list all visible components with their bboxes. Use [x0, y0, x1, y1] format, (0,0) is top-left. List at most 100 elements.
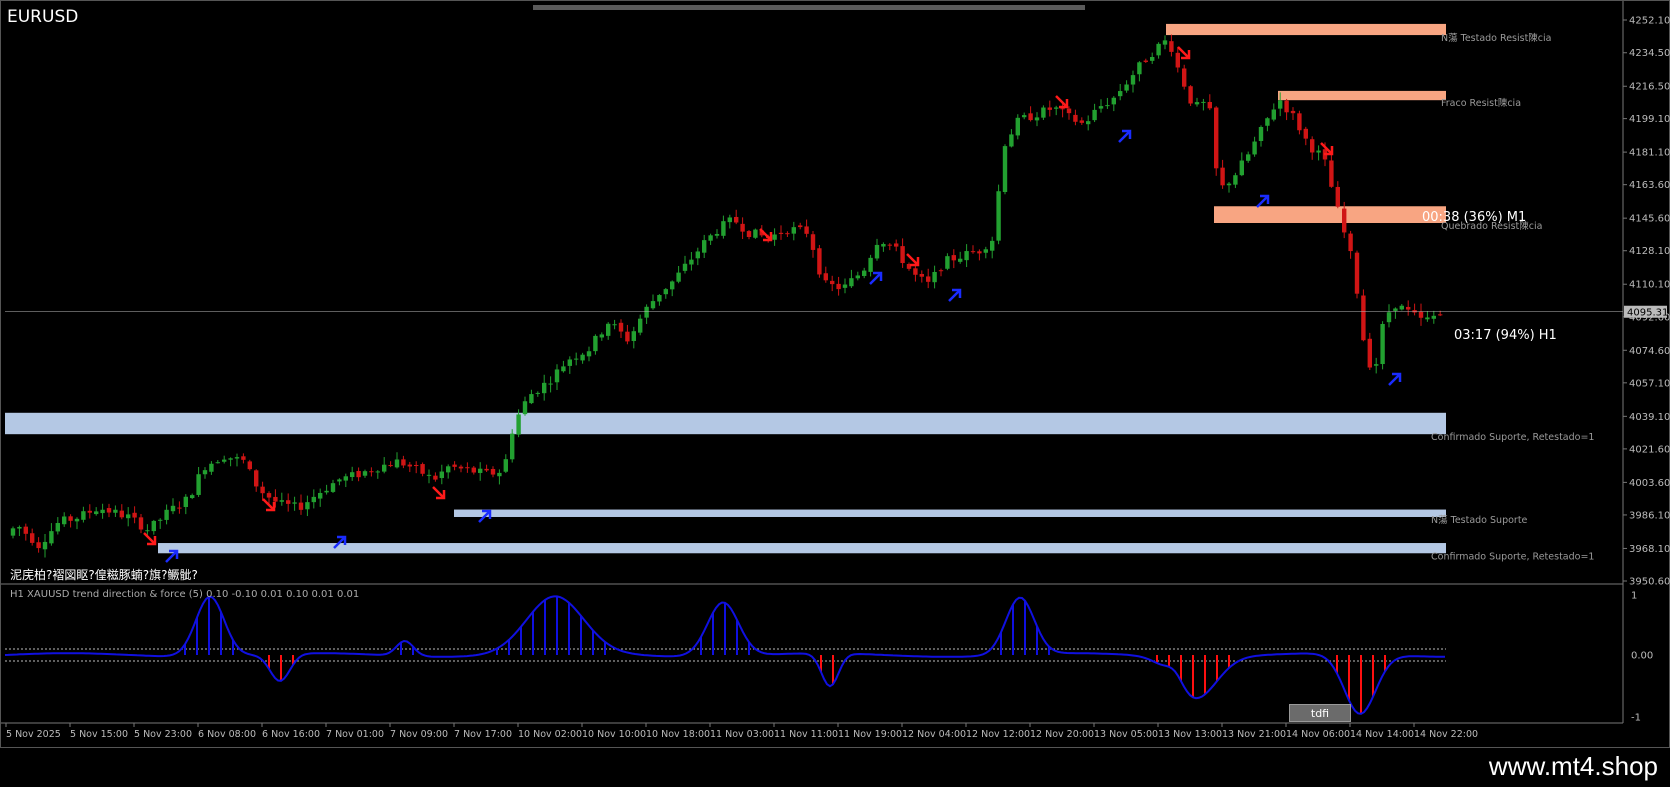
bull-candle: [932, 271, 937, 283]
time-label: 13 Nov 21:00: [1222, 729, 1286, 740]
axis-layer: 4252.10 4234.50 4216.50 4199.10 4181.10 4163.…: [1, 1, 1670, 740]
bear-candle: [1329, 160, 1334, 187]
bear-candle: [625, 331, 630, 342]
bear-candle: [817, 248, 822, 275]
bull-candle: [202, 470, 208, 475]
bear-candle: [254, 470, 259, 487]
bull-candle: [1226, 183, 1232, 186]
bull-candle: [542, 382, 547, 394]
bear-candle: [298, 502, 304, 510]
bull-candle: [868, 257, 873, 272]
bull-candle: [772, 234, 777, 240]
bear-candle: [977, 251, 982, 254]
bear-candle: [1290, 110, 1296, 114]
bull-candle: [1431, 315, 1436, 319]
time-label: 14 Nov 22:00: [1414, 729, 1478, 740]
bull-candle: [228, 458, 233, 460]
buy-arrow-icon: [1118, 129, 1132, 143]
bull-candle: [94, 511, 99, 515]
bull-candle: [1105, 105, 1110, 107]
bear-candle: [458, 466, 464, 469]
bull-candle: [612, 324, 617, 326]
resistance-zone-label: N蕩 Testado Resist陳cia: [1441, 32, 1551, 44]
support-zone-label: Confirmado Suporte, Retestado=1: [1431, 432, 1594, 443]
bear-candle: [618, 322, 624, 332]
garbled-text: 泥庑柏?褶図眍?偟糍豚蝻?旗?鳜骴?: [10, 568, 198, 582]
bear-candle: [1188, 86, 1193, 104]
bull-candle: [1002, 146, 1008, 192]
bull-candle: [695, 251, 700, 259]
bull-candle: [1380, 324, 1385, 365]
bull-candle: [874, 244, 880, 259]
watermark-bar: [0, 748, 1670, 787]
bull-candle: [215, 462, 220, 464]
bull-candle: [599, 334, 604, 338]
bull-candle: [1425, 317, 1430, 320]
bear-candle: [938, 270, 944, 272]
tdfi-button[interactable]: tdfi: [1289, 704, 1351, 722]
bull-candle: [1201, 101, 1206, 103]
bull-candle: [1194, 102, 1200, 105]
bull-candle: [222, 459, 227, 462]
bear-candle: [1073, 114, 1078, 122]
time-label: 7 Nov 01:00: [326, 729, 384, 740]
bull-candle: [1258, 126, 1264, 142]
bull-candle: [1271, 109, 1276, 120]
buy-arrow-icon: [1256, 194, 1270, 208]
bull-candle: [689, 259, 694, 265]
bear-candle: [369, 471, 374, 473]
indicator-level-label: -1: [1631, 713, 1641, 724]
bull-candle: [650, 301, 656, 309]
bear-candle: [1335, 186, 1340, 207]
bull-candle: [567, 359, 572, 366]
bear-candle: [1079, 120, 1084, 123]
bull-candle: [1265, 118, 1270, 126]
bear-candle: [1207, 101, 1212, 109]
price-label: 4057.10: [1629, 378, 1670, 389]
candles-layer: [10, 34, 1443, 558]
bull-candle: [1239, 160, 1244, 176]
bear-candle: [420, 464, 425, 474]
bull-candle: [631, 331, 636, 341]
bull-candle: [676, 272, 681, 282]
bull-candle: [196, 474, 201, 495]
bull-candle: [81, 511, 86, 520]
bull-candle: [522, 401, 528, 415]
bear-candle: [830, 280, 835, 285]
bull-candle: [1041, 107, 1046, 118]
bull-candle: [382, 464, 387, 472]
bear-candle: [1060, 108, 1065, 110]
buy-arrow-icon: [1388, 372, 1402, 386]
bull-candle: [657, 295, 662, 302]
bull-candle: [990, 240, 995, 251]
bull-candle: [1386, 312, 1392, 323]
time-label: 11 Nov 19:00: [838, 729, 902, 740]
chart-window[interactable]: EURUSD N蕩 Testado Resist陳cia Fraco Resist…: [0, 0, 1670, 748]
bull-candle: [478, 468, 483, 473]
bull-candle: [164, 509, 169, 520]
price-label: 4252.10: [1629, 16, 1670, 27]
bull-candle: [1162, 40, 1168, 45]
bull-candle: [1278, 100, 1283, 109]
bull-candle: [170, 505, 176, 512]
bear-candle: [1303, 128, 1308, 139]
price-label: 3950.60: [1629, 577, 1670, 588]
bull-candle: [1393, 308, 1398, 311]
bull-candle: [638, 318, 643, 333]
bull-candle: [1098, 106, 1104, 109]
bear-candle: [241, 456, 246, 460]
sell-arrow-icon: [1055, 95, 1069, 109]
price-chart[interactable]: N蕩 Testado Resist陳ciaFraco Resist陳ciaQue…: [1, 1, 1670, 749]
time-label: 13 Nov 13:00: [1158, 729, 1222, 740]
bull-candle: [702, 240, 707, 253]
bull-candle: [791, 227, 796, 234]
time-label: 6 Nov 08:00: [198, 729, 256, 740]
bear-candle: [1028, 113, 1033, 121]
buy-arrow-icon: [948, 288, 962, 302]
bull-candle: [842, 284, 848, 288]
bear-candle: [951, 255, 956, 261]
bull-candle: [337, 479, 342, 482]
bull-candle: [350, 472, 355, 478]
time-label: 12 Nov 12:00: [966, 729, 1030, 740]
bear-candle: [1418, 311, 1424, 318]
